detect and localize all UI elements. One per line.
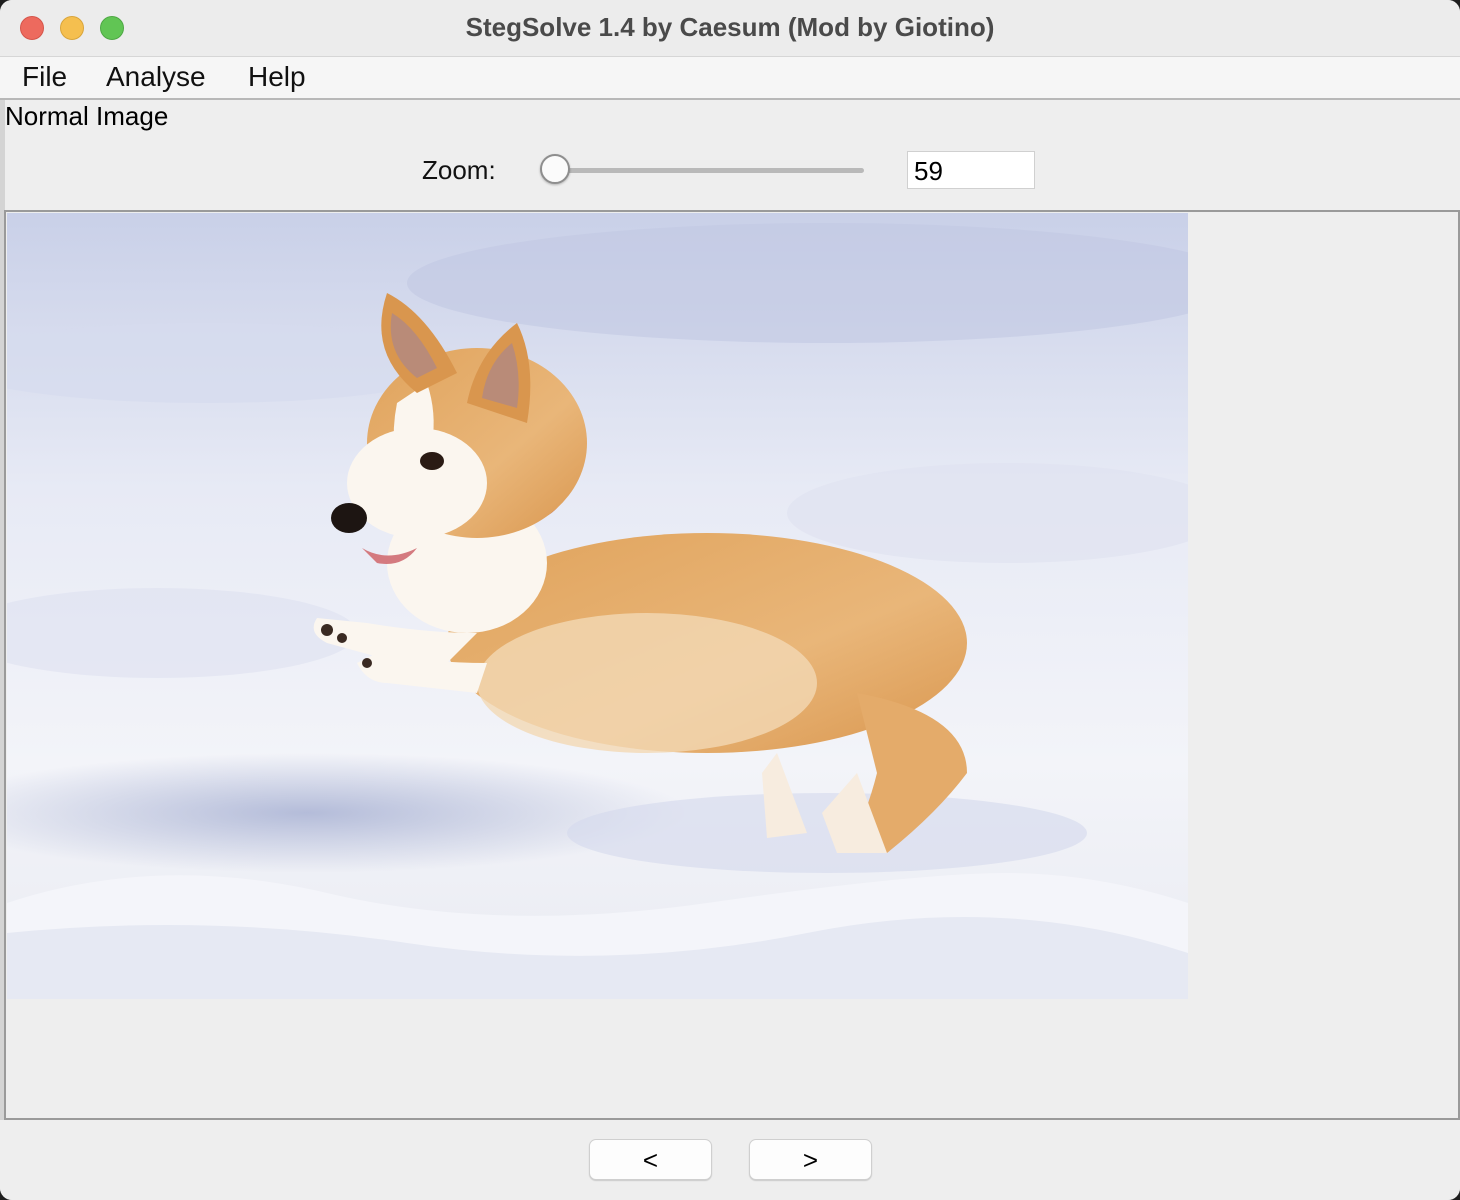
- title-bar: StegSolve 1.4 by Caesum (Mod by Giotino): [0, 0, 1460, 57]
- window-title: StegSolve 1.4 by Caesum (Mod by Giotino): [465, 12, 995, 42]
- menu-bar: File Analyse Help: [0, 57, 1460, 100]
- zoom-slider-thumb[interactable]: [540, 154, 570, 184]
- zoom-label: Zoom:: [422, 155, 496, 185]
- previous-button[interactable]: <: [589, 1139, 712, 1180]
- zoom-slider-track[interactable]: [556, 168, 864, 173]
- app-window: StegSolve 1.4 by Caesum (Mod by Giotino)…: [0, 0, 1460, 1200]
- menu-analyse[interactable]: Analyse: [106, 61, 206, 93]
- image-preview: [7, 213, 1188, 999]
- menu-help[interactable]: Help: [248, 61, 306, 93]
- next-button[interactable]: >: [749, 1139, 872, 1180]
- menu-file[interactable]: File: [22, 61, 67, 93]
- zoom-value-field[interactable]: 59: [907, 151, 1035, 189]
- view-mode-label: Normal Image: [5, 101, 169, 131]
- bottom-bar: [0, 1121, 1460, 1200]
